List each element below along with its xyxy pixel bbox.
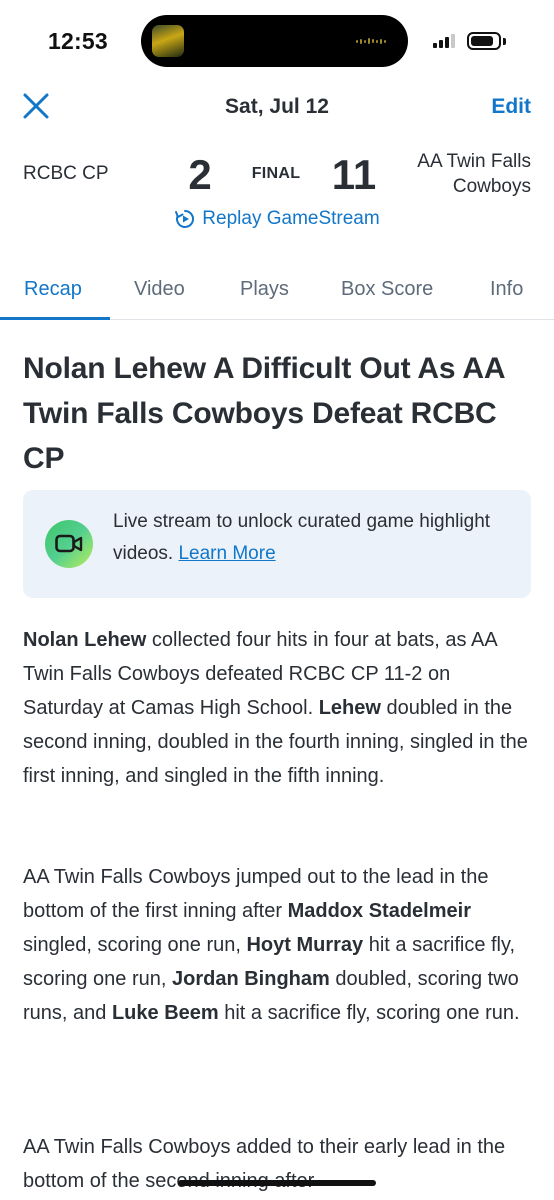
player-name: Hoyt Murray <box>246 934 364 956</box>
tab-recap[interactable]: Recap <box>24 278 82 301</box>
status-time: 12:53 <box>48 28 108 54</box>
status-bar: 12:53 <box>0 0 554 84</box>
battery-icon <box>467 32 501 50</box>
replay-label: Replay GameStream <box>202 208 380 229</box>
away-team-name: RCBC CP <box>23 163 109 184</box>
promo-message: Live stream to unlock curated game highl… <box>113 511 491 564</box>
edit-button[interactable]: Edit <box>491 95 531 119</box>
player-name: Luke Beem <box>111 1002 219 1024</box>
livestream-promo-card: Live stream to unlock curated game highl… <box>23 490 531 598</box>
promo-text: Live stream to unlock curated game highl… <box>113 506 513 570</box>
video-camera-icon <box>45 520 93 568</box>
active-tab-indicator <box>0 317 110 320</box>
tab-video[interactable]: Video <box>134 278 185 301</box>
player-name: Jordan Bingham <box>171 968 330 990</box>
learn-more-link[interactable]: Learn More <box>178 543 275 564</box>
replay-icon <box>175 210 195 228</box>
home-indicator[interactable] <box>178 1180 376 1186</box>
away-score: 2 <box>188 151 212 198</box>
article-headline: Nolan Lehew A Difficult Out As AA Twin F… <box>23 352 505 475</box>
tab-info[interactable]: Info <box>490 278 523 301</box>
tab-bar: Recap Video Plays Box Score Info <box>0 262 554 320</box>
player-name: Maddox Stadelmeir <box>287 900 471 922</box>
home-team-name-line1: AA Twin Falls <box>417 151 531 172</box>
player-name: Nolan Lehew <box>23 629 147 651</box>
article-paragraph-2: AA Twin Falls Cowboys jumped out to the … <box>23 866 520 1024</box>
home-team-name-line2: Cowboys <box>452 176 531 197</box>
player-name: Lehew <box>318 697 381 719</box>
article-paragraph-3: AA Twin Falls Cowboys added to their ear… <box>23 1136 506 1192</box>
home-team-name: AA Twin Falls Cowboys <box>371 149 531 199</box>
game-status: FINAL <box>251 165 301 182</box>
tab-box-score[interactable]: Box Score <box>341 278 433 301</box>
replay-gamestream-button[interactable]: Replay GameStream <box>0 208 554 230</box>
audio-waveform-icon <box>356 38 386 44</box>
tab-plays[interactable]: Plays <box>240 278 289 301</box>
dynamic-island[interactable] <box>141 15 408 67</box>
cellular-signal-icon <box>433 34 455 48</box>
article-paragraph-1: Nolan Lehew collected four hits in four … <box>23 629 528 787</box>
now-playing-artwork <box>152 25 184 57</box>
game-date-title: Sat, Jul 12 <box>225 95 329 118</box>
